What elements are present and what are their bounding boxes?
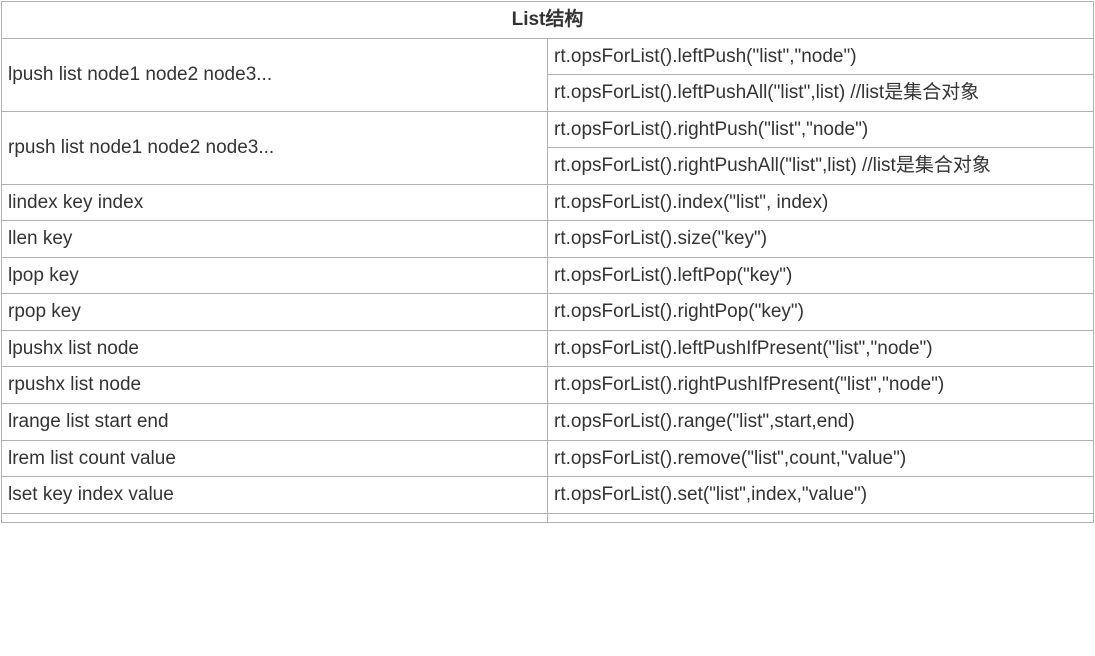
table-row: lset key index valuert.opsForList().set(… (2, 477, 1094, 514)
java-api-cell: rt.opsForList().rightPushIfPresent("list… (548, 367, 1094, 404)
redis-cli-cell: lpop key (2, 257, 548, 294)
java-api-cell: rt.opsForList().leftPop("key") (548, 257, 1094, 294)
redis-cli-cell: rpush list node1 node2 node3... (2, 111, 548, 184)
table-row (2, 513, 1094, 522)
table-header-row: List结构 (2, 2, 1094, 39)
table-row: lpushx list nodert.opsForList().leftPush… (2, 330, 1094, 367)
table-row: lpop keyrt.opsForList().leftPop("key") (2, 257, 1094, 294)
list-api-table: List结构 lpush list node1 node2 node3...rt… (1, 1, 1094, 523)
java-api-cell: rt.opsForList().rightPop("key") (548, 294, 1094, 331)
table-row: lpush list node1 node2 node3...rt.opsFor… (2, 38, 1094, 75)
redis-cli-cell: lpushx list node (2, 330, 548, 367)
redis-cli-cell (2, 513, 548, 522)
java-api-cell: rt.opsForList().set("list",index,"value"… (548, 477, 1094, 514)
redis-cli-cell: lindex key index (2, 184, 548, 221)
java-api-cell: rt.opsForList().rightPushAll("list",list… (548, 148, 1094, 185)
java-api-cell: rt.opsForList().remove("list",count,"val… (548, 440, 1094, 477)
table-row: lrem list count valuert.opsForList().rem… (2, 440, 1094, 477)
redis-cli-cell: lrem list count value (2, 440, 548, 477)
table-row: llen keyrt.opsForList().size("key") (2, 221, 1094, 258)
java-api-cell: rt.opsForList().index("list", index) (548, 184, 1094, 221)
table-row: rpushx list nodert.opsForList().rightPus… (2, 367, 1094, 404)
java-api-cell: rt.opsForList().leftPushAll("list",list)… (548, 75, 1094, 112)
redis-cli-cell: lset key index value (2, 477, 548, 514)
redis-cli-cell: rpop key (2, 294, 548, 331)
java-api-cell: rt.opsForList().size("key") (548, 221, 1094, 258)
redis-cli-cell: rpushx list node (2, 367, 548, 404)
table-header: List结构 (2, 2, 1094, 39)
redis-cli-cell: llen key (2, 221, 548, 258)
java-api-cell: rt.opsForList().leftPush("list","node") (548, 38, 1094, 75)
table-row: rpop keyrt.opsForList().rightPop("key") (2, 294, 1094, 331)
table-row: lrange list start endrt.opsForList().ran… (2, 404, 1094, 441)
table-row: lindex key indexrt.opsForList().index("l… (2, 184, 1094, 221)
redis-cli-cell: lpush list node1 node2 node3... (2, 38, 548, 111)
java-api-cell: rt.opsForList().rightPush("list","node") (548, 111, 1094, 148)
java-api-cell: rt.opsForList().leftPushIfPresent("list"… (548, 330, 1094, 367)
java-api-cell (548, 513, 1094, 522)
java-api-cell: rt.opsForList().range("list",start,end) (548, 404, 1094, 441)
redis-cli-cell: lrange list start end (2, 404, 548, 441)
table-row: rpush list node1 node2 node3...rt.opsFor… (2, 111, 1094, 148)
